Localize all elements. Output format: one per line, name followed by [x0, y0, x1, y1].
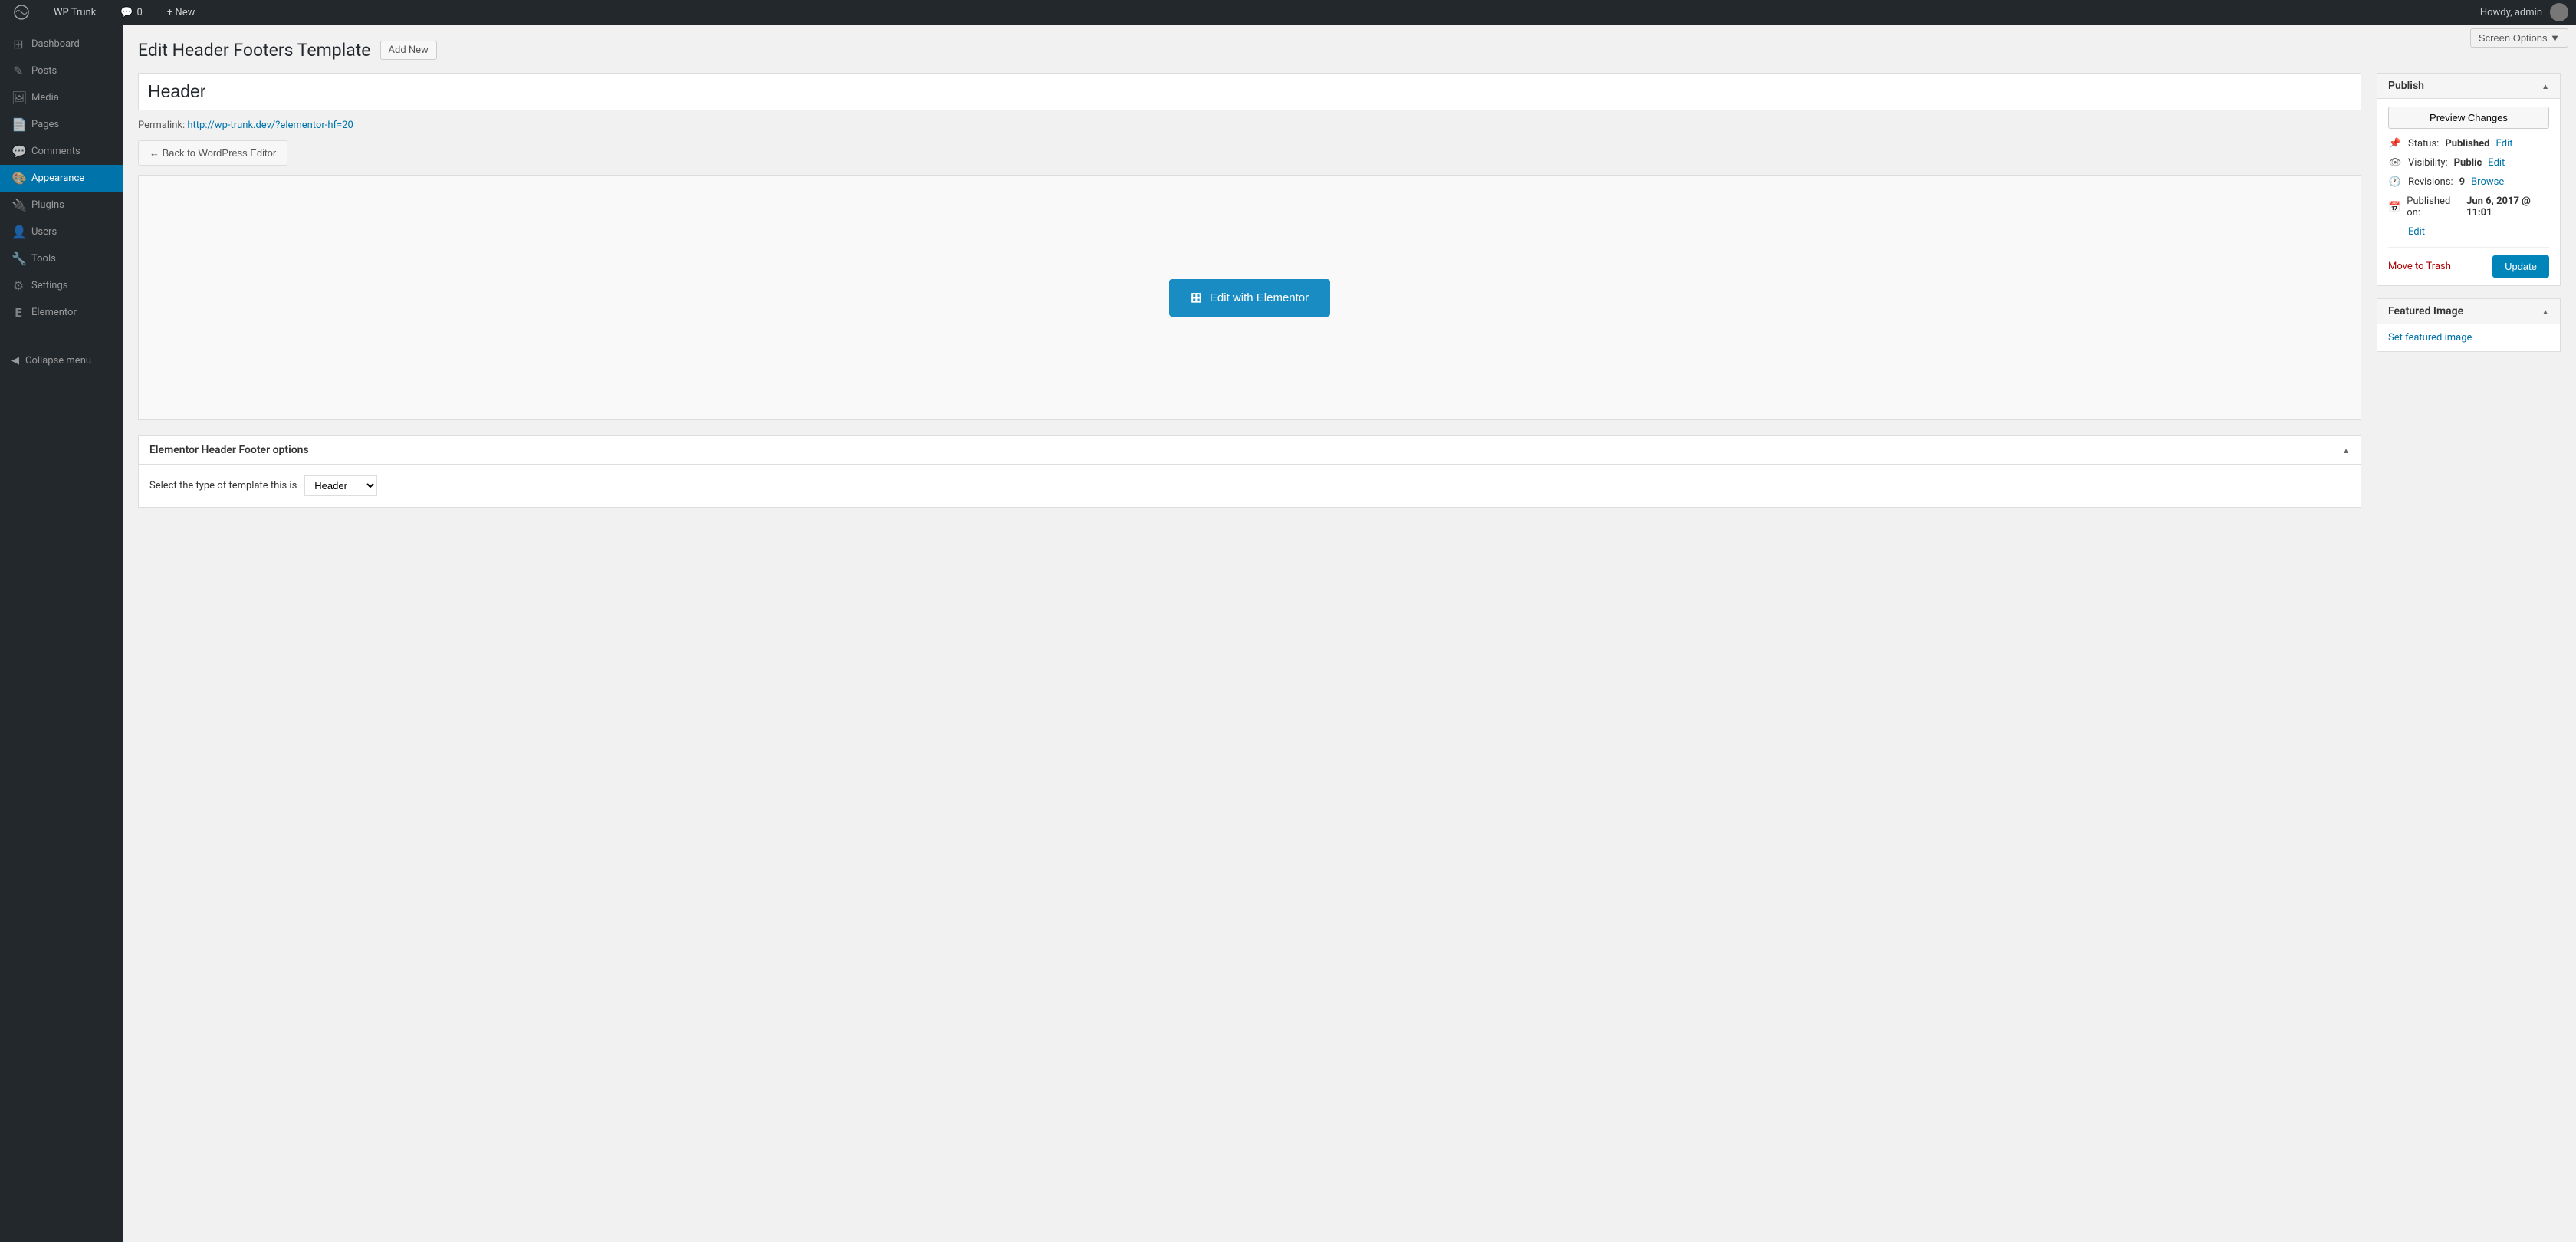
- sidebar-item-settings[interactable]: ⚙ Settings: [0, 272, 123, 299]
- sidebar-item-pages[interactable]: 📄 Pages: [0, 111, 123, 138]
- collapse-menu-button[interactable]: ◀ Collapse menu: [0, 349, 123, 373]
- sidebar-item-users[interactable]: 👤 Users: [0, 219, 123, 245]
- editor-sidebar: Publish Preview Changes 📌 Status: Publis…: [2377, 73, 2561, 352]
- tools-icon: 🔧: [12, 251, 25, 266]
- publish-metabox: Publish Preview Changes 📌 Status: Publis…: [2377, 73, 2561, 286]
- elementor-options-metabox: Elementor Header Footer options Select t…: [138, 435, 2361, 508]
- new-content-menu[interactable]: + New: [161, 0, 202, 25]
- pages-icon: 📄: [12, 117, 25, 132]
- revisions-count: 9: [2459, 176, 2465, 188]
- elementor-options-metabox-header[interactable]: Elementor Header Footer options: [139, 436, 2361, 465]
- published-on-value: Jun 6, 2017 @ 11:01: [2466, 196, 2549, 219]
- visibility-row: 👁 Visibility: Public Edit: [2388, 157, 2549, 169]
- permalink-row: Permalink: http://wp-trunk.dev/?elemento…: [138, 120, 2361, 131]
- status-row: 📌 Status: Published Edit: [2388, 138, 2549, 150]
- sidebar-item-dashboard[interactable]: ⊞ Dashboard: [0, 31, 123, 58]
- update-button[interactable]: Update: [2492, 255, 2549, 278]
- visibility-icon: 👁: [2388, 157, 2402, 169]
- revisions-row: 🕐 Revisions: 9 Browse: [2388, 176, 2549, 188]
- post-title-input[interactable]: [148, 81, 2351, 102]
- settings-icon: ⚙: [12, 278, 25, 293]
- status-edit-link[interactable]: Edit: [2496, 138, 2512, 150]
- screen-options-wrap: Screen Options ▼: [2463, 25, 2576, 51]
- media-icon: 🖼: [12, 90, 25, 105]
- publish-metabox-title: Publish: [2388, 80, 2424, 92]
- featured-image-metabox: Featured Image Set featured image: [2377, 298, 2561, 352]
- editor-canvas: ⊞ Edit with Elementor: [138, 175, 2361, 420]
- published-on-row: 📅 Published on: Jun 6, 2017 @ 11:01: [2388, 196, 2549, 219]
- featured-image-metabox-header[interactable]: Featured Image: [2377, 299, 2560, 324]
- publish-metabox-body: Preview Changes 📌 Status: Published Edit…: [2377, 99, 2560, 285]
- template-type-select[interactable]: Header Footer Hook: [304, 475, 377, 496]
- visibility-edit-link[interactable]: Edit: [2488, 157, 2505, 169]
- calendar-icon: 📅: [2388, 202, 2400, 213]
- site-name[interactable]: WP Trunk: [48, 0, 102, 25]
- screen-options-button[interactable]: Screen Options ▼: [2470, 28, 2568, 48]
- template-type-row: Select the type of template this is Head…: [150, 475, 2350, 496]
- sidebar-item-posts[interactable]: ✎ Posts: [0, 58, 123, 84]
- adminbar-right: Howdy, admin: [2480, 3, 2568, 21]
- comments-link[interactable]: 💬 0: [114, 0, 149, 25]
- visibility-label: Visibility:: [2408, 157, 2448, 169]
- elementor-grid-icon: ⊞: [1191, 290, 1202, 306]
- comment-icon: 💬: [120, 7, 133, 18]
- appearance-icon: 🎨: [12, 171, 25, 186]
- sidebar-item-tools[interactable]: 🔧 Tools: [0, 245, 123, 272]
- permalink-link[interactable]: http://wp-trunk.dev/?elementor-hf=20: [187, 120, 353, 131]
- sidebar-item-comments[interactable]: 💬 Comments: [0, 138, 123, 165]
- featured-image-metabox-body: Set featured image: [2377, 324, 2560, 351]
- comments-icon: 💬: [12, 144, 25, 159]
- revisions-label: Revisions:: [2408, 176, 2453, 188]
- elementor-options-metabox-body: Select the type of template this is Head…: [139, 465, 2361, 507]
- publish-metabox-header[interactable]: Publish: [2377, 74, 2560, 99]
- status-label: Status:: [2408, 138, 2439, 150]
- published-on-edit-link[interactable]: Edit: [2408, 226, 2425, 238]
- main-content: Screen Options ▼ Edit Header Footers Tem…: [123, 25, 2576, 1242]
- admin-bar: WP Trunk 💬 0 + New Howdy, admin: [0, 0, 2576, 25]
- elementor-options-metabox-title: Elementor Header Footer options: [150, 444, 309, 456]
- set-featured-image-link[interactable]: Set featured image: [2388, 332, 2472, 343]
- page-title-wrap: Edit Header Footers Template Add New: [138, 40, 2561, 61]
- template-type-label: Select the type of template this is: [150, 480, 297, 491]
- editor-main: Permalink: http://wp-trunk.dev/?elemento…: [138, 73, 2361, 520]
- page-title: Edit Header Footers Template: [138, 40, 371, 61]
- featured-image-toggle-icon: [2542, 305, 2549, 317]
- sidebar-item-appearance[interactable]: 🎨 Appearance: [0, 165, 123, 192]
- status-value: Published: [2445, 138, 2489, 150]
- howdy-text: Howdy, admin: [2480, 7, 2542, 18]
- sidebar-item-elementor[interactable]: E Elementor: [0, 299, 123, 326]
- sidebar-item-plugins[interactable]: 🔌 Plugins: [0, 192, 123, 219]
- editor-wrap: Permalink: http://wp-trunk.dev/?elemento…: [138, 73, 2561, 520]
- published-on-label: Published on:: [2407, 196, 2460, 219]
- edit-with-elementor-button[interactable]: ⊞ Edit with Elementor: [1169, 279, 1330, 317]
- featured-image-metabox-title: Featured Image: [2388, 305, 2463, 317]
- admin-menu: ⊞ Dashboard ✎ Posts 🖼 Media 📄 Pages 💬 Co…: [0, 25, 123, 1242]
- dashboard-icon: ⊞: [12, 37, 25, 51]
- title-box: [138, 73, 2361, 110]
- revisions-icon: 🕐: [2388, 176, 2402, 188]
- preview-changes-button[interactable]: Preview Changes: [2388, 107, 2549, 129]
- sidebar-item-media[interactable]: 🖼 Media: [0, 84, 123, 111]
- wp-logo-menu[interactable]: [8, 0, 35, 25]
- status-icon: 📌: [2388, 138, 2402, 150]
- publish-metabox-toggle-icon: [2542, 80, 2549, 92]
- users-icon: 👤: [12, 225, 25, 239]
- permalink-label: Permalink:: [138, 120, 185, 131]
- metabox-toggle-icon: [2342, 445, 2350, 456]
- collapse-icon: ◀: [12, 355, 19, 366]
- avatar: [2550, 3, 2568, 21]
- revisions-browse-link[interactable]: Browse: [2471, 176, 2504, 188]
- publish-actions: Move to Trash Update: [2388, 247, 2549, 278]
- elementor-icon: E: [12, 305, 25, 320]
- posts-icon: ✎: [12, 64, 25, 78]
- move-to-trash-link[interactable]: Move to Trash: [2388, 261, 2451, 272]
- add-new-button[interactable]: Add New: [380, 41, 437, 60]
- visibility-value: Public: [2454, 157, 2482, 169]
- back-to-wp-editor-button[interactable]: ← Back to WordPress Editor: [138, 140, 288, 166]
- plugins-icon: 🔌: [12, 198, 25, 212]
